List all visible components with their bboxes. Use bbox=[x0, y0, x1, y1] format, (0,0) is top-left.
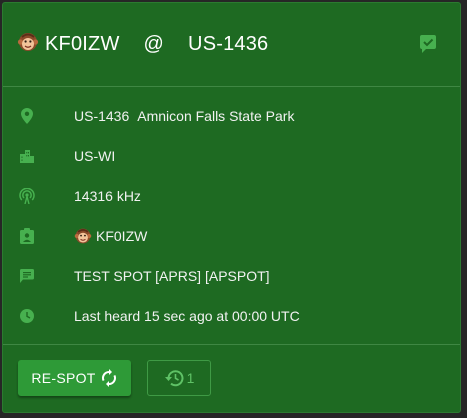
spot-actions: RE-SPOT 1 bbox=[3, 344, 460, 413]
contact-badge-icon bbox=[19, 228, 35, 244]
last-heard-text: Last heard 15 sec ago at 00:00 UTC bbox=[74, 308, 300, 324]
spotter-avatar-icon bbox=[74, 227, 92, 245]
frequency-text[interactable]: 14316 kHz bbox=[74, 188, 141, 204]
detail-last-heard-row: Last heard 15 sec ago at 00:00 UTC bbox=[3, 296, 460, 336]
antenna-icon bbox=[19, 188, 35, 204]
park-name: Amnicon Falls State Park bbox=[137, 108, 295, 124]
comment-text: TEST SPOT [APRS] [APSPOT] bbox=[74, 268, 270, 284]
header-at: @ bbox=[143, 33, 165, 55]
detail-frequency-row: 14316 kHz bbox=[3, 176, 460, 216]
monkey-avatar-icon bbox=[17, 31, 39, 59]
spot-title: KF0IZW @ US-1436 bbox=[17, 31, 268, 59]
detail-region-row: US-WI bbox=[3, 136, 460, 176]
respot-button[interactable]: RE-SPOT bbox=[18, 360, 131, 396]
history-icon bbox=[164, 369, 184, 387]
spot-card: KF0IZW @ US-1436 US-1436 Amnicon Falls S… bbox=[2, 2, 461, 413]
spot-header: KF0IZW @ US-1436 bbox=[3, 3, 460, 87]
spotter-callsign[interactable]: KF0IZW bbox=[96, 228, 147, 244]
checkbox-checked-icon[interactable] bbox=[418, 34, 438, 59]
respot-label: RE-SPOT bbox=[31, 370, 96, 386]
history-button[interactable]: 1 bbox=[147, 360, 211, 396]
city-icon bbox=[19, 148, 35, 164]
history-count: 1 bbox=[186, 370, 195, 386]
park-code[interactable]: US-1436 bbox=[74, 108, 129, 124]
detail-comment-row: TEST SPOT [APRS] [APSPOT] bbox=[3, 256, 460, 296]
spot-details: US-1436 Amnicon Falls State Park US-WI 1… bbox=[3, 87, 460, 336]
chat-icon bbox=[19, 268, 35, 284]
detail-spotter-row: KF0IZW bbox=[3, 216, 460, 256]
refresh-icon bbox=[96, 369, 118, 387]
header-park[interactable]: US-1436 bbox=[188, 33, 268, 56]
location-pin-icon bbox=[19, 108, 35, 124]
region-text: US-WI bbox=[74, 148, 116, 164]
clock-icon bbox=[19, 308, 35, 324]
header-callsign[interactable]: KF0IZW bbox=[45, 33, 120, 56]
detail-location-row: US-1436 Amnicon Falls State Park bbox=[3, 96, 460, 136]
